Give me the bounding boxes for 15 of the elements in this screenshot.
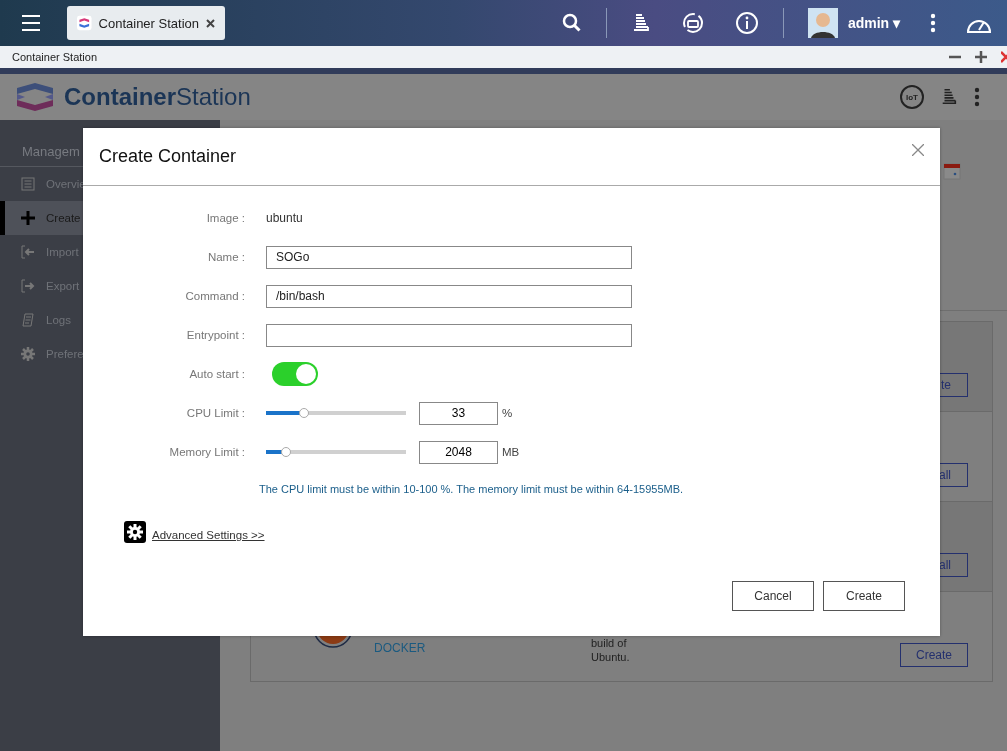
window-title: Container Station (12, 51, 97, 63)
limit-note: The CPU limit must be within 10-100 %. The memory limit must be within 64-15955MB. (259, 483, 685, 495)
field-label: CPU Limit : (185, 406, 245, 421)
field-label: Auto start : (188, 367, 245, 382)
field-label: Memory Limit : (168, 445, 245, 460)
field-label: Name : (206, 250, 245, 265)
app-logo: ContainerStation (64, 83, 251, 111)
image-description: build of Ubuntu. (591, 636, 631, 664)
image-name: ubuntu (266, 211, 303, 225)
field-label: Entrypoint : (185, 328, 245, 343)
field-label: Image : (205, 211, 245, 226)
image-source: DOCKER (374, 641, 426, 655)
field-label: Command : (184, 289, 245, 304)
unit-label: % (502, 407, 513, 419)
unit-label: MB (502, 446, 520, 458)
